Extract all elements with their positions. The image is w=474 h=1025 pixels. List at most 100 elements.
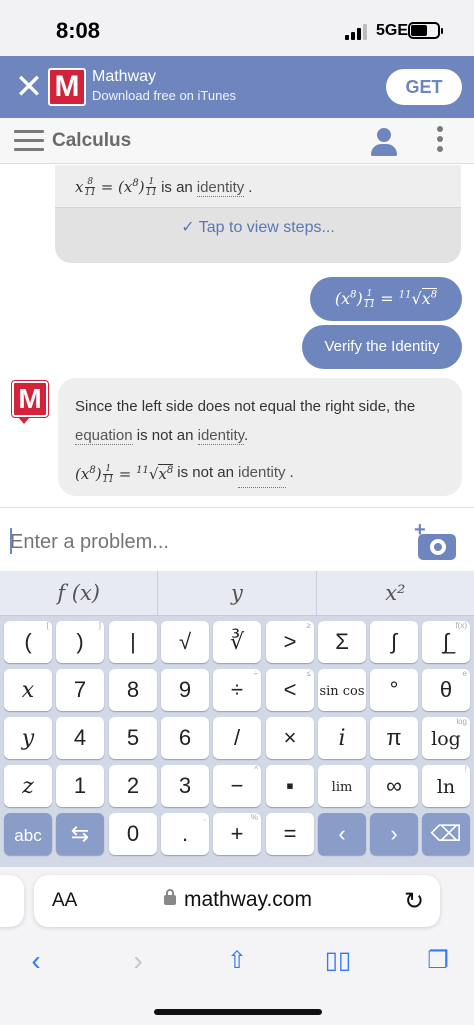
key-six[interactable]: 6 — [161, 717, 209, 759]
key-definite-integral[interactable]: ∫̲ f(x) — [422, 621, 470, 663]
key-sqrt[interactable]: √ — [161, 621, 209, 663]
key-abc[interactable]: abc — [4, 813, 52, 855]
address-bar[interactable]: AA mathway.com ↻ — [34, 875, 440, 927]
key-zero[interactable]: 0 — [109, 813, 157, 855]
hamburger-icon[interactable] — [14, 130, 44, 152]
answer-eq-dot: . — [289, 464, 294, 481]
identity-link-2[interactable]: identity — [197, 427, 245, 445]
forward-icon[interactable]: › — [118, 941, 158, 981]
key-decimal[interactable]: ., — [161, 813, 209, 855]
key-y[interactable]: y — [4, 717, 52, 759]
key-close-paren[interactable]: )] — [56, 621, 104, 663]
chat-area[interactable]: x 8 11 = (x8) 1 11 is an identity. ✓ Tap to … — [0, 165, 474, 505]
verify-identity-bubble[interactable]: Verify the Identity — [302, 325, 462, 369]
key-label: 8 — [126, 677, 140, 702]
close-banner-button[interactable]: ✕ — [14, 69, 44, 105]
key-nine[interactable]: 9 — [161, 669, 209, 711]
key-pi[interactable]: π — [370, 717, 418, 759]
lock-icon — [164, 889, 176, 905]
key-label: | — [130, 629, 136, 654]
key-degree[interactable]: ° — [370, 669, 418, 711]
key-times[interactable]: × — [266, 717, 314, 759]
key-imaginary[interactable]: i — [318, 717, 366, 759]
key-label: θ — [439, 677, 453, 702]
key-exponent[interactable]: ▪ — [266, 765, 314, 807]
key-three[interactable]: 3 — [161, 765, 209, 807]
key-five[interactable]: 5 — [109, 717, 157, 759]
identity-link[interactable]: identity — [196, 179, 245, 197]
key-alt-label: ] — [98, 621, 101, 630]
key-plus[interactable]: +% — [213, 813, 261, 855]
key-two[interactable]: 2 — [109, 765, 157, 807]
key-label: 5 — [126, 725, 140, 750]
subject-title[interactable]: Calculus — [52, 130, 131, 152]
key-divide-fraction[interactable]: ÷ ÷ — [213, 669, 261, 711]
key-one[interactable]: 1 — [56, 765, 104, 807]
key-label: 6 — [178, 725, 192, 750]
key-x[interactable]: x — [4, 669, 52, 711]
tab-x-squared[interactable]: x² — [317, 571, 474, 615]
key-greater-than[interactable]: > ≥ — [266, 621, 314, 663]
key-label: π — [386, 725, 402, 750]
key-theta[interactable]: θe — [422, 669, 470, 711]
math-keyboard: f (x) y x² ([)] | √ ∛ > ≥ Σ ∫ ∫̲ f(x) x 7 8 9 ÷ ÷ < ≤ sin … — [0, 571, 474, 867]
identity-link-3[interactable]: identity — [238, 458, 286, 488]
key-integral[interactable]: ∫ — [370, 621, 418, 663]
key-less-than[interactable]: < ≤ — [266, 669, 314, 711]
key-swap[interactable]: ⇆ — [56, 813, 104, 855]
answer-mid: is not an — [136, 427, 194, 444]
key-slash[interactable]: / — [213, 717, 261, 759]
key-cursor-right[interactable]: › — [370, 813, 418, 855]
tab-fx[interactable]: f (x) — [0, 571, 159, 615]
reader-aa-button[interactable]: AA — [52, 890, 77, 912]
key-log[interactable]: log log — [422, 717, 470, 759]
answer-equation-row: (x8) 1 11 = 11√x8 is not an identity. — [75, 456, 446, 489]
key-label: − — [230, 773, 244, 798]
user-icon[interactable] — [368, 126, 400, 158]
key-label: ∫̲ — [442, 629, 450, 654]
key-open-paren[interactable]: ([ — [4, 621, 52, 663]
share-icon[interactable]: ⇧ — [217, 941, 257, 981]
text-caret — [10, 528, 12, 554]
key-alt-label: ! — [464, 765, 467, 774]
key-equals[interactable]: = — [266, 813, 314, 855]
problem-input[interactable] — [10, 528, 400, 556]
key-z[interactable]: z — [4, 765, 52, 807]
key-sum[interactable]: Σ — [318, 621, 366, 663]
reload-icon[interactable]: ↻ — [404, 887, 424, 916]
key-ln[interactable]: ln! — [422, 765, 470, 807]
kebab-icon[interactable] — [432, 126, 448, 158]
key-label: sin cos — [319, 683, 365, 699]
bookmarks-icon[interactable]: ▯▯ — [318, 941, 358, 981]
previous-result: x 8 11 = (x8) 1 11 is an identity. — [75, 177, 252, 198]
key-alt-label: ^ — [254, 765, 258, 774]
x-icon: ✕ — [14, 68, 44, 106]
tabs-icon[interactable]: ❐ — [418, 941, 458, 981]
key-trig[interactable]: sin cos — [318, 669, 366, 711]
key-cursor-left[interactable]: ‹ — [318, 813, 366, 855]
key-eight[interactable]: 8 — [109, 669, 157, 711]
key-cube-root[interactable]: ∛ — [213, 621, 261, 663]
key-label: ‹ — [338, 821, 346, 846]
key-alt-label: ÷ — [253, 669, 258, 678]
key-seven[interactable]: 7 — [56, 669, 104, 711]
key-limit[interactable]: lim — [318, 765, 366, 807]
key-label: > — [283, 629, 297, 654]
view-steps-button[interactable]: ✓ Tap to view steps... — [55, 207, 461, 263]
key-four[interactable]: 4 — [56, 717, 104, 759]
key-label: Σ — [335, 629, 349, 654]
get-app-button[interactable]: GET — [386, 69, 462, 105]
equation-link[interactable]: equation — [75, 427, 133, 445]
key-backspace[interactable]: ⌫ — [422, 813, 470, 855]
user-expression-bubble[interactable]: (x8) 1 11 = 11√x8 — [310, 277, 462, 321]
key-minus[interactable]: − ^ — [213, 765, 261, 807]
key-abs[interactable]: | — [109, 621, 157, 663]
answer-sentence: Since the left side does not equal the r… — [75, 398, 416, 415]
tab-y[interactable]: y — [158, 571, 317, 615]
back-icon[interactable]: ‹ — [16, 941, 56, 981]
top-nav: Calculus — [0, 118, 474, 164]
camera-icon[interactable]: + — [414, 520, 456, 560]
key-infinity[interactable]: ∞ — [370, 765, 418, 807]
previous-tab[interactable] — [0, 875, 24, 927]
url-domain[interactable]: mathway.com — [184, 888, 312, 912]
